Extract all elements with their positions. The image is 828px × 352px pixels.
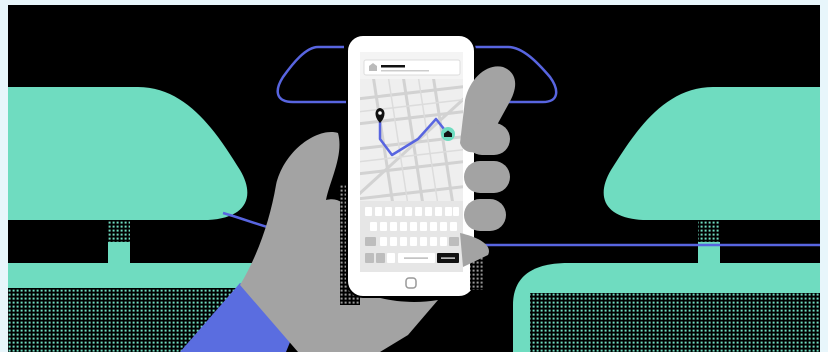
seat-left-post-shadow [108,220,130,242]
destination-home-icon [441,127,455,141]
seat-right-post-shadow [698,220,720,242]
numbers-key[interactable] [365,253,374,263]
search-bar-subtext-line [381,70,429,72]
map-view[interactable] [348,75,478,205]
search-bar-text-line [381,65,405,68]
emoji-key[interactable] [376,253,385,263]
ride-app-illustration [8,5,820,352]
search-bar[interactable] [363,59,461,76]
finger-ring [464,161,510,193]
finger-little [464,199,506,231]
delete-key[interactable] [449,237,459,246]
return-key-label-line [441,257,455,259]
finger-middle [466,123,510,155]
mic-key[interactable] [387,253,395,263]
keyboard[interactable] [360,201,463,272]
shift-key[interactable] [365,237,376,246]
illustration-frame [8,5,820,352]
space-key-label-line [404,257,428,259]
seat-right-back-dots [530,293,820,352]
